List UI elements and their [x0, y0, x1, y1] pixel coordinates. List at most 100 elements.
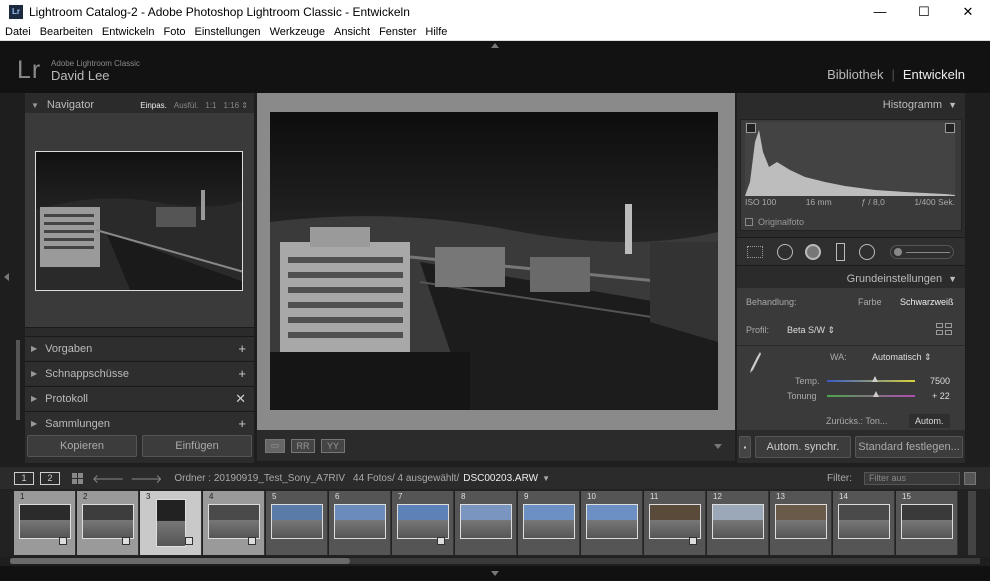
temp-track[interactable]: [827, 380, 915, 382]
tint-track[interactable]: [827, 395, 915, 397]
minimize-button[interactable]: —: [858, 0, 902, 23]
sync-toggle-switch[interactable]: ▪: [739, 436, 751, 458]
filmstrip-thumbnail[interactable]: 2: [77, 491, 139, 555]
module-library[interactable]: Bibliothek: [827, 67, 883, 82]
navigator-collapse-icon[interactable]: ▼: [31, 101, 39, 110]
history-header[interactable]: ▶ Protokoll ✕: [25, 386, 254, 410]
set-default-button[interactable]: Standard festlegen...: [855, 436, 963, 458]
snapshots-add-icon[interactable]: +: [238, 366, 246, 381]
treatment-bw-option[interactable]: Schwarzweiß: [900, 297, 954, 307]
top-panel-toggle-icon[interactable]: [491, 43, 499, 48]
original-photo-toggle[interactable]: Originalfoto: [745, 217, 804, 227]
thumbnail-image[interactable]: [208, 504, 260, 539]
tint-value[interactable]: + 22: [932, 391, 950, 401]
thumbnail-image[interactable]: [775, 504, 827, 539]
navigator-photo[interactable]: [35, 151, 243, 291]
navigator-preview[interactable]: [25, 113, 254, 328]
treatment-color-option[interactable]: Farbe: [858, 297, 882, 307]
collections-add-icon[interactable]: +: [238, 416, 246, 431]
radial-filter-icon[interactable]: [859, 244, 875, 260]
collections-header[interactable]: ▶ Sammlungen +: [25, 411, 254, 435]
menu-hilfe[interactable]: Hilfe: [425, 26, 447, 38]
tint-slider-thumb[interactable]: [873, 391, 880, 397]
menu-ansicht[interactable]: Ansicht: [334, 26, 370, 38]
menu-entwickeln[interactable]: Entwickeln: [102, 26, 155, 38]
paste-button[interactable]: Einfügen: [142, 435, 252, 457]
wb-eyedropper-icon[interactable]: [748, 350, 762, 374]
presets-header[interactable]: ▶ Vorgaben +: [25, 336, 254, 360]
thumbnail-image[interactable]: [334, 504, 386, 539]
current-file-name[interactable]: DSC00203.ARW: [463, 473, 538, 484]
menu-werkzeuge[interactable]: Werkzeuge: [270, 26, 325, 38]
temp-value[interactable]: 7500: [930, 376, 950, 386]
thumbnail-image[interactable]: [19, 504, 71, 539]
adjustment-brush-icon[interactable]: [890, 245, 954, 259]
menu-foto[interactable]: Foto: [163, 26, 185, 38]
wb-dropdown[interactable]: Automatisch ⇕: [872, 352, 932, 363]
menu-datei[interactable]: Datei: [5, 26, 31, 38]
basic-collapse-icon[interactable]: ▼: [948, 274, 957, 284]
before-after-yy-icon[interactable]: YY: [321, 438, 345, 453]
module-develop[interactable]: Entwickeln: [903, 67, 965, 82]
profile-browser-icon[interactable]: [936, 323, 952, 335]
temp-slider-thumb[interactable]: [872, 376, 879, 382]
original-photo-checkbox[interactable]: [745, 218, 753, 226]
basic-header[interactable]: Grundeinstellungen ▼: [737, 268, 965, 290]
loupe-view-icon[interactable]: ▭: [265, 438, 285, 453]
thumbnail-image[interactable]: [523, 504, 575, 539]
presets-add-icon[interactable]: +: [238, 341, 246, 356]
spot-removal-icon[interactable]: [777, 244, 793, 260]
filmstrip-thumbnail[interactable]: 10: [581, 491, 643, 555]
filmstrip-thumbnail[interactable]: 15: [896, 491, 958, 555]
thumbnail-image[interactable]: [586, 504, 638, 539]
left-panel-scrollbar[interactable]: [16, 340, 20, 420]
reset-tone-label[interactable]: Zurücks.: Ton...: [826, 416, 887, 426]
filmstrip-thumbnail[interactable]: 3: [140, 491, 202, 555]
menu-bearbeiten[interactable]: Bearbeiten: [40, 26, 93, 38]
thumbnail-image[interactable]: [397, 504, 449, 539]
maximize-button[interactable]: ☐: [902, 0, 946, 23]
filmstrip-thumbnail[interactable]: 4: [203, 491, 265, 555]
back-arrow-icon[interactable]: 🡐: [92, 471, 124, 486]
shadow-clipping-icon[interactable]: [746, 123, 756, 133]
primary-window-button[interactable]: 1: [14, 471, 34, 485]
thumbnail-image[interactable]: [460, 504, 512, 539]
bottom-panel-toggle-icon[interactable]: [491, 571, 499, 576]
history-clear-icon[interactable]: ✕: [235, 391, 246, 407]
zoom-1-1[interactable]: 1:1: [205, 101, 216, 110]
histogram-collapse-icon[interactable]: ▼: [948, 100, 957, 110]
auto-tone-button[interactable]: Autom.: [909, 414, 950, 428]
forward-arrow-icon[interactable]: 🡒: [130, 471, 162, 486]
thumbnail-image[interactable]: [82, 504, 134, 539]
filmstrip-thumbnail[interactable]: 5: [266, 491, 328, 555]
zoom-fit[interactable]: Einpas.: [140, 101, 167, 110]
filmstrip-thumbnail[interactable]: 11: [644, 491, 706, 555]
red-eye-icon[interactable]: [805, 244, 821, 260]
filmstrip-thumbnail[interactable]: 13: [770, 491, 832, 555]
filmstrip-thumbnail[interactable]: 7: [392, 491, 454, 555]
histogram-header[interactable]: Histogramm ▼: [737, 94, 965, 116]
filter-lock-icon[interactable]: [964, 472, 976, 485]
auto-sync-button[interactable]: Autom. synchr.: [754, 436, 852, 458]
crop-tool-icon[interactable]: [747, 246, 763, 258]
filmstrip-thumbnail[interactable]: 14: [833, 491, 895, 555]
filmstrip-thumbnail[interactable]: 6: [329, 491, 391, 555]
graduated-filter-icon[interactable]: [836, 243, 845, 261]
grid-view-icon[interactable]: [72, 472, 83, 484]
filter-dropdown[interactable]: Filter aus: [864, 472, 960, 485]
highlight-clipping-icon[interactable]: [945, 123, 955, 133]
thumbnail-image[interactable]: [649, 504, 701, 539]
thumbnail-image[interactable]: [156, 499, 186, 547]
filmstrip-thumbnail[interactable]: 9: [518, 491, 580, 555]
menu-einstellungen[interactable]: Einstellungen: [195, 26, 261, 38]
toolbar-menu-icon[interactable]: [714, 444, 722, 449]
filmstrip-thumbnail[interactable]: 1: [14, 491, 76, 555]
thumbnail-image[interactable]: [712, 504, 764, 539]
secondary-window-button[interactable]: 2: [40, 471, 60, 485]
thumbnail-image[interactable]: [271, 504, 323, 539]
filmstrip-thumbnail[interactable]: 12: [707, 491, 769, 555]
profile-dropdown[interactable]: Beta S/W ⇕: [787, 325, 835, 336]
thumbnail-image[interactable]: [838, 504, 890, 539]
zoom-fill[interactable]: Ausfül.: [174, 101, 198, 110]
copy-button[interactable]: Kopieren: [27, 435, 137, 457]
